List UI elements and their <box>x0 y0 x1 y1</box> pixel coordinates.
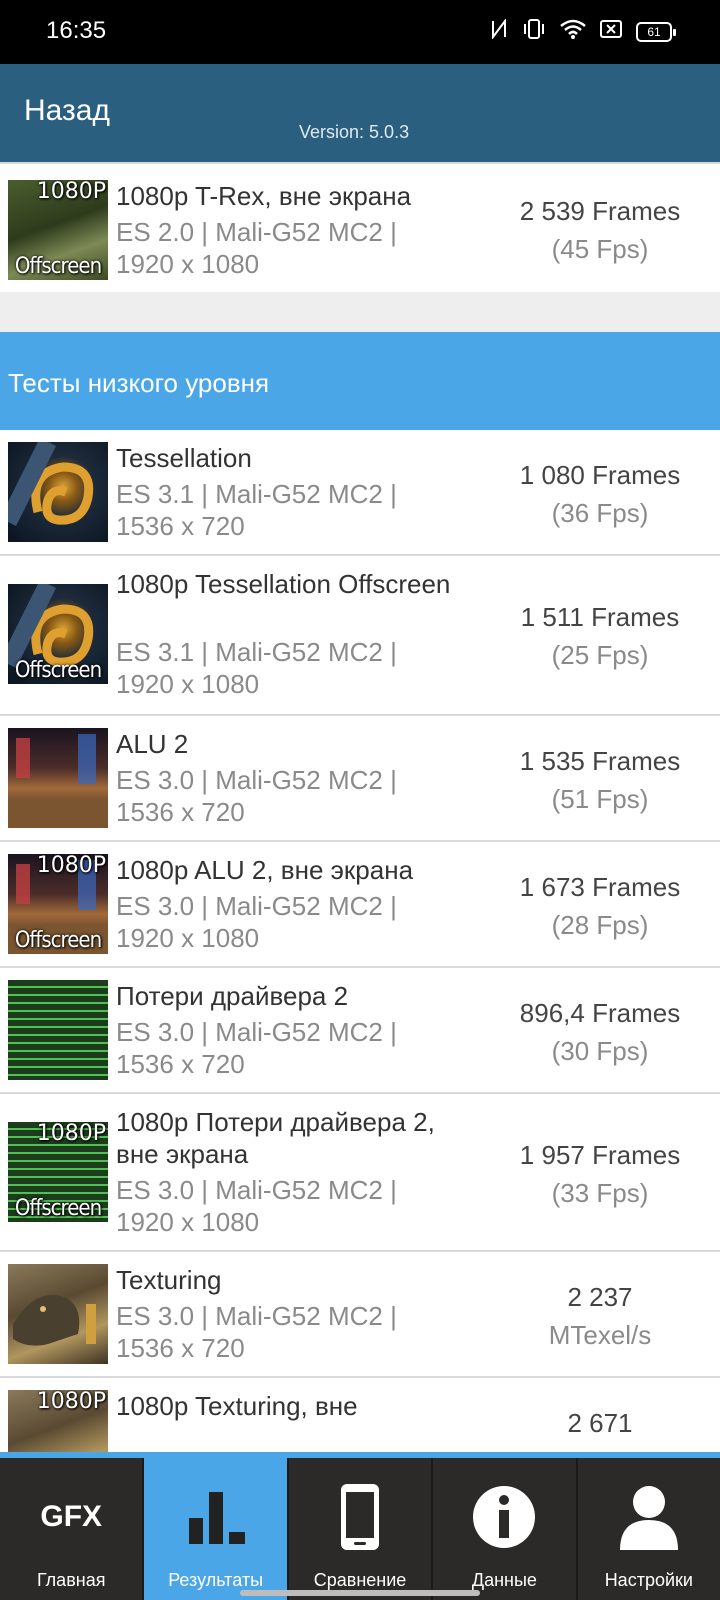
nav-label: Данные <box>471 1570 537 1590</box>
bottom-nav: GFX Главная Результаты Сравнение Данные … <box>0 1452 720 1600</box>
driver-overhead-thumbnail: 1080P Offscreen <box>8 1122 108 1222</box>
list-item[interactable]: 1080P Offscreen 1080p Потери драйвера 2,… <box>0 1094 720 1252</box>
wifi-icon <box>560 19 586 44</box>
list-item[interactable]: 1080P Offscreen 1080p T-Rex, вне экрана … <box>0 162 720 292</box>
test-title: ALU 2 <box>116 729 189 759</box>
test-result: 1 957 Frames (33 Fps) <box>480 1136 720 1212</box>
vibrate-icon <box>522 18 546 45</box>
nav-settings[interactable]: Настройки <box>578 1458 720 1600</box>
test-title: Потери драйвера 2 <box>116 981 349 1011</box>
status-icons: 61 <box>490 18 676 45</box>
result-value: 1 080 Frames <box>519 460 681 490</box>
test-title: 1080p ALU 2, вне экрана <box>116 855 414 885</box>
nav-label: Главная <box>36 1570 106 1590</box>
test-info: ES 3.0 | Mali-G52 MC2 | 1920 x 1080 <box>116 891 397 953</box>
result-fps: (45 Fps) <box>551 234 649 264</box>
bar-chart-icon <box>181 1482 251 1552</box>
tessellation-thumbnail: Offscreen <box>8 584 108 684</box>
test-info: ES 3.0 | Mali-G52 MC2 | 1920 x 1080 <box>116 1175 397 1237</box>
home-indicator[interactable] <box>240 1590 480 1596</box>
alu-thumbnail: 1080P Offscreen <box>8 854 108 954</box>
phone-icon <box>325 1482 395 1552</box>
result-value: 2 237 <box>567 1282 633 1312</box>
list-item[interactable]: Потери драйвера 2 ES 3.0 | Mali-G52 MC2 … <box>0 968 720 1094</box>
result-value: 2 539 Frames <box>519 196 681 226</box>
test-result: 1 673 Frames (28 Fps) <box>480 868 720 944</box>
test-info: ES 3.0 | Mali-G52 MC2 | 1536 x 720 <box>116 765 397 827</box>
test-title: Texturing <box>116 1265 222 1295</box>
driver-overhead-thumbnail <box>8 980 108 1080</box>
result-fps: (36 Fps) <box>551 498 649 528</box>
test-result: 1 535 Frames (51 Fps) <box>480 742 720 818</box>
test-result: 1 511 Frames (25 Fps) <box>480 598 720 674</box>
result-fps: (25 Fps) <box>551 640 649 670</box>
test-info: ES 3.1 | Mali-G52 MC2 | 1536 x 720 <box>116 479 397 541</box>
user-icon <box>614 1482 684 1552</box>
result-unit: MTexel/s <box>548 1320 652 1350</box>
section-header: Тесты низкого уровня <box>0 332 720 430</box>
result-value: 1 673 Frames <box>519 872 681 902</box>
test-title: Tessellation <box>116 443 252 473</box>
status-time: 16:35 <box>46 17 107 44</box>
app-header: Назад Version: 5.0.3 <box>0 64 720 162</box>
list-item[interactable]: 1080P Offscreen 1080p ALU 2, вне экрана … <box>0 842 720 968</box>
test-result: 2 539 Frames (45 Fps) <box>480 192 720 268</box>
test-title: 1080p T-Rex, вне экрана <box>116 181 412 211</box>
tessellation-thumbnail <box>8 442 108 542</box>
results-list[interactable]: 1080P Offscreen 1080p T-Rex, вне экрана … <box>0 162 720 1452</box>
result-value: 2 671 <box>567 1408 633 1438</box>
list-item[interactable]: Texturing ES 3.0 | Mali-G52 MC2 | 1536 x… <box>0 1252 720 1378</box>
result-fps: (33 Fps) <box>551 1178 649 1208</box>
result-value: 1 511 Frames <box>520 602 680 632</box>
list-item[interactable]: Tessellation ES 3.1 | Mali-G52 MC2 | 153… <box>0 430 720 556</box>
nav-compare[interactable]: Сравнение <box>289 1458 434 1600</box>
test-result: 2 671 <box>480 1404 720 1442</box>
trex-thumbnail: 1080P Offscreen <box>8 180 108 280</box>
result-value: 896,4 Frames <box>519 998 681 1028</box>
result-value: 1 957 Frames <box>519 1140 681 1170</box>
gfx-logo-icon: GFX <box>40 1500 103 1533</box>
test-result: 2 237 MTexel/s <box>480 1278 720 1354</box>
list-item[interactable]: Offscreen 1080p Tessellation Offscreen E… <box>0 556 720 716</box>
test-info: ES 3.0 | Mali-G52 MC2 | 1536 x 720 <box>116 1017 397 1079</box>
list-item[interactable]: 1080P 1080p Texturing, вне 2 671 <box>0 1378 720 1452</box>
nav-home[interactable]: GFX Главная <box>0 1458 145 1600</box>
texturing-thumbnail: 1080P <box>8 1390 108 1452</box>
test-info: ES 2.0 | Mali-G52 MC2 | 1920 x 1080 <box>116 217 397 279</box>
section-spacer <box>0 292 720 332</box>
nav-label: Сравнение <box>313 1570 407 1590</box>
test-title: 1080p Texturing, вне <box>116 1391 358 1421</box>
result-value: 1 535 Frames <box>519 746 681 776</box>
test-title: 1080p Потери драйвера 2, вне экрана <box>116 1107 435 1169</box>
back-button[interactable]: Назад <box>24 94 110 128</box>
version-label: Version: 5.0.3 <box>299 122 410 142</box>
alu-thumbnail <box>8 728 108 828</box>
sim-disabled-icon <box>600 19 622 44</box>
battery-icon: 61 <box>636 21 676 42</box>
test-title: 1080p Tessellation Offscreen <box>116 569 451 599</box>
result-fps: (51 Fps) <box>551 784 649 814</box>
nav-label: Результаты <box>168 1570 264 1590</box>
test-result: 896,4 Frames (30 Fps) <box>480 994 720 1070</box>
test-info: ES 3.1 | Mali-G52 MC2 | 1920 x 1080 <box>116 637 397 699</box>
info-icon <box>469 1482 539 1552</box>
test-result: 1 080 Frames (36 Fps) <box>480 456 720 532</box>
nfc-icon <box>490 18 508 44</box>
nav-label: Настройки <box>604 1570 693 1590</box>
list-item[interactable]: ALU 2 ES 3.0 | Mali-G52 MC2 | 1536 x 720… <box>0 716 720 842</box>
nav-results[interactable]: Результаты <box>144 1458 289 1600</box>
nav-info[interactable]: Данные <box>433 1458 578 1600</box>
result-fps: (30 Fps) <box>551 1036 649 1066</box>
texturing-thumbnail <box>8 1264 108 1364</box>
test-info: ES 3.0 | Mali-G52 MC2 | 1536 x 720 <box>116 1301 397 1363</box>
result-fps: (28 Fps) <box>551 910 649 940</box>
status-bar: 16:35 61 <box>0 0 720 64</box>
